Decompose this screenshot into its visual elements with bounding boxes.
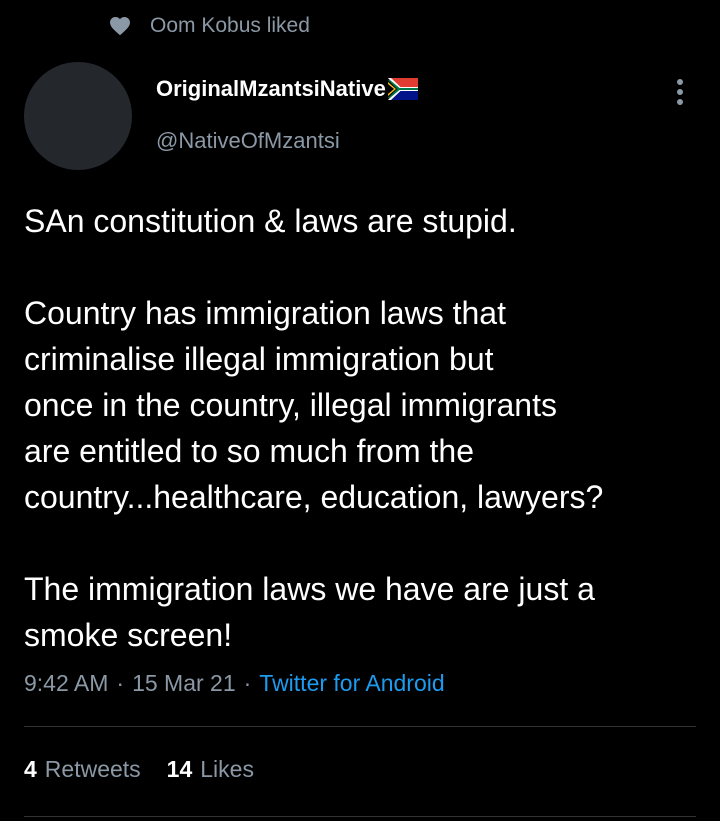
tweet-paragraph: The immigration laws we have are just a …	[24, 571, 595, 653]
likes-label: Likes	[200, 756, 254, 782]
divider	[24, 816, 696, 817]
engagement-stats: 4 Retweets 14 Likes	[24, 756, 280, 783]
author-name-row[interactable]: OriginalMzantsiNative	[156, 76, 418, 102]
tweet-text: SAn constitution & laws are stupid. Coun…	[24, 198, 704, 658]
retweets-count: 4	[24, 756, 37, 782]
divider	[24, 726, 696, 727]
heart-icon	[108, 14, 132, 38]
south-africa-flag-icon	[387, 78, 418, 100]
author-display-name[interactable]: OriginalMzantsiNative	[156, 76, 386, 102]
author-handle[interactable]: @NativeOfMzantsi	[156, 128, 340, 154]
retweets-stat[interactable]: 4 Retweets	[24, 756, 141, 783]
tweet-paragraph: SAn constitution & laws are stupid.	[24, 203, 517, 239]
meta-separator: ·	[243, 670, 252, 696]
likes-count: 14	[166, 756, 193, 782]
likes-stat[interactable]: 14 Likes	[167, 756, 254, 783]
tweet-source-link[interactable]: Twitter for Android	[259, 670, 444, 697]
tweet-date: 15 Mar 21	[132, 670, 236, 696]
more-options-button[interactable]	[664, 76, 696, 112]
tweet-time: 9:42 AM	[24, 670, 109, 696]
avatar[interactable]	[24, 62, 132, 170]
tweet-paragraph: Country has immigration laws that crimin…	[24, 295, 604, 515]
tweet-metadata: 9:42 AM · 15 Mar 21 · Twitter for Androi…	[24, 670, 445, 697]
liked-by-text: Oom Kobus liked	[150, 14, 310, 37]
social-context[interactable]: Oom Kobus liked	[108, 12, 310, 40]
more-vertical-icon	[675, 78, 685, 111]
meta-separator: ·	[116, 670, 125, 696]
retweets-label: Retweets	[44, 756, 141, 782]
